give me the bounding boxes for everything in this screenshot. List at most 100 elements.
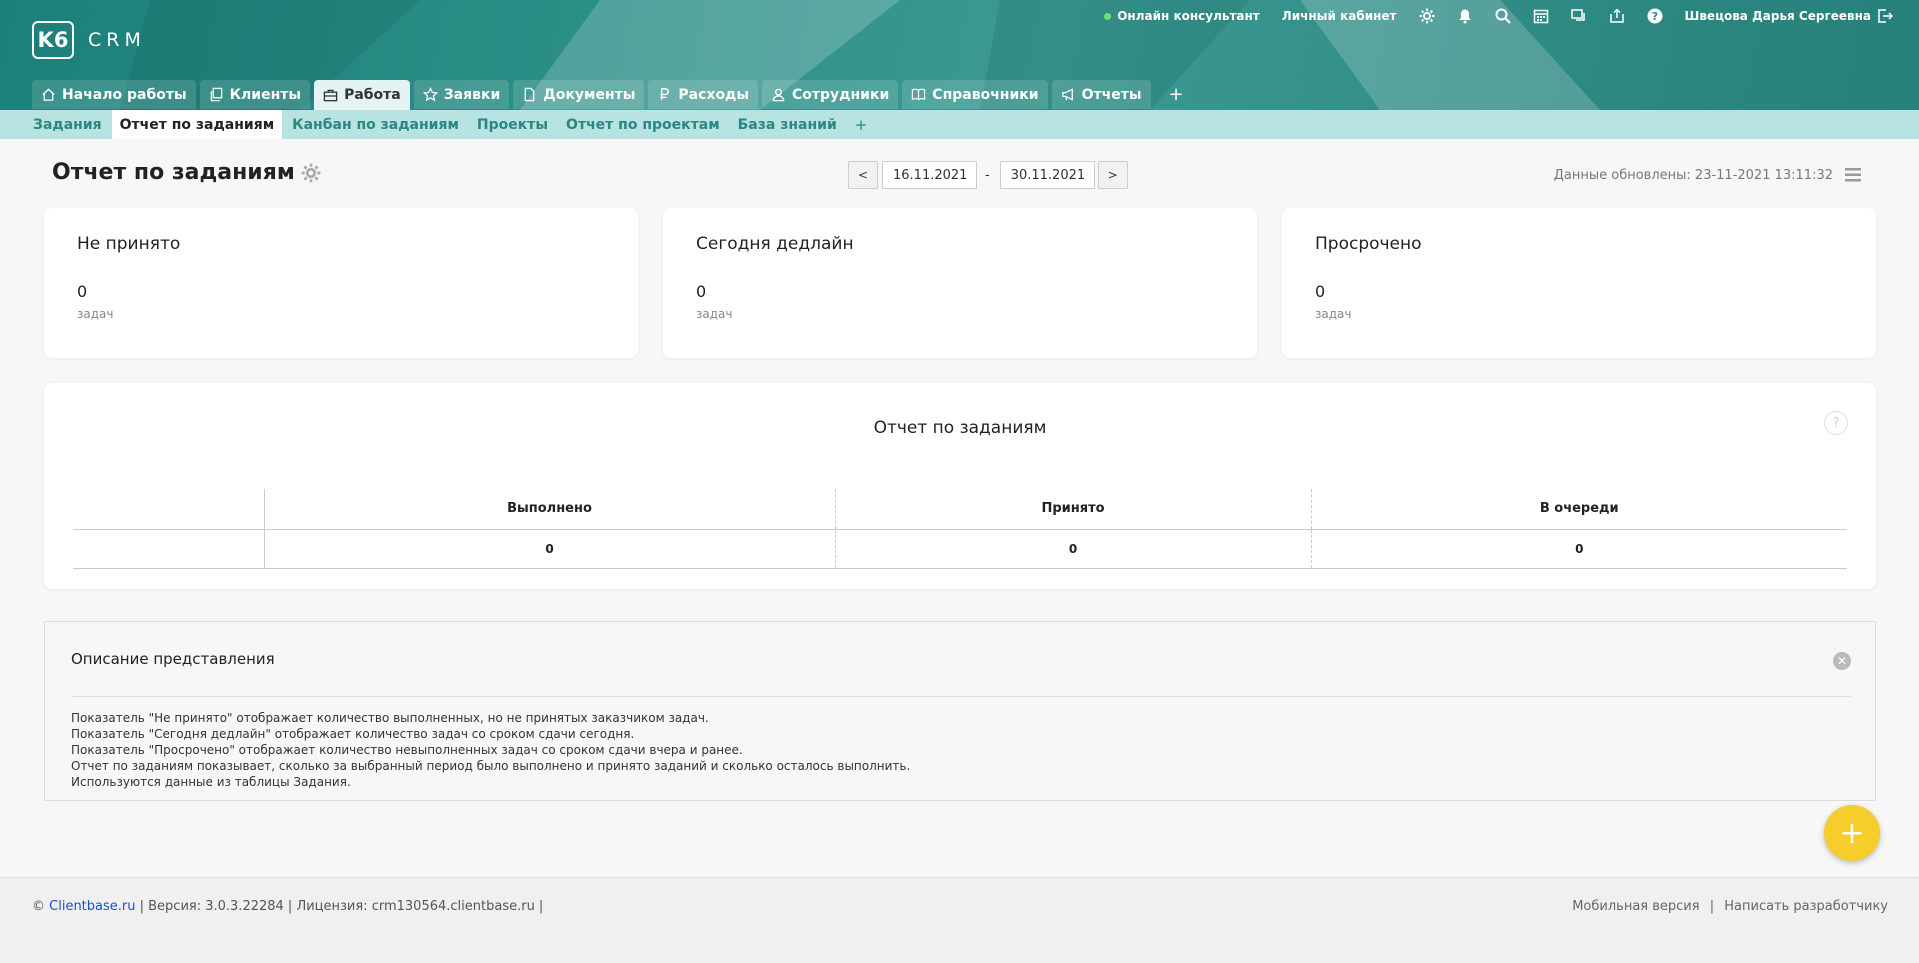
table-cell-done[interactable]: 0 bbox=[264, 529, 836, 569]
tab-documents[interactable]: Документы bbox=[513, 80, 645, 109]
description-title: Описание представления bbox=[71, 650, 275, 668]
data-updated-timestamp: Данные обновлены: 23-11-2021 13:11:32 bbox=[1553, 168, 1833, 183]
date-separator: - bbox=[985, 167, 990, 183]
tab-expenses[interactable]: Расходы bbox=[648, 80, 759, 109]
stat-card-deadline-today: Сегодня дедлайн 0 задач bbox=[663, 208, 1257, 358]
settings-gear-icon[interactable] bbox=[1419, 8, 1435, 24]
add-subtab-button[interactable]: + bbox=[855, 116, 868, 134]
help-icon[interactable]: ? bbox=[1647, 8, 1663, 24]
calendar-icon[interactable] bbox=[1533, 8, 1549, 24]
tab-clients[interactable]: Клиенты bbox=[199, 80, 311, 109]
tab-label: Документы bbox=[543, 86, 636, 103]
stat-card-not-accepted: Не принято 0 задач bbox=[44, 208, 638, 358]
tab-start[interactable]: Начало работы bbox=[32, 80, 196, 109]
version-license-text: | Версия: 3.0.3.22284 | Лицензия: crm130… bbox=[139, 899, 544, 914]
stat-title: Просрочено bbox=[1315, 234, 1422, 254]
page-title-row: Отчет по заданиям bbox=[52, 160, 321, 185]
export-icon[interactable] bbox=[1609, 8, 1625, 24]
tab-label: Клиенты bbox=[229, 86, 302, 103]
logo-mark: K6 bbox=[32, 21, 74, 59]
stat-unit: задач bbox=[77, 307, 114, 321]
personal-cabinet-link[interactable]: Личный кабинет bbox=[1282, 9, 1397, 23]
app-header: K6 CRM Онлайн консультант Личный кабинет… bbox=[0, 0, 1919, 110]
hamburger-menu-icon[interactable] bbox=[1845, 168, 1861, 182]
subtab-projects[interactable]: Проекты bbox=[477, 110, 548, 139]
footer-links: Мобильная версия | Написать разработчику bbox=[1572, 899, 1888, 914]
tab-label: Работа bbox=[344, 87, 401, 103]
user-name: Швецова Дарья Сергеевна bbox=[1684, 9, 1871, 23]
ruble-icon bbox=[660, 88, 670, 101]
tab-label: Справочники bbox=[932, 86, 1039, 103]
prev-period-button[interactable]: < bbox=[848, 161, 878, 189]
tab-employees[interactable]: Сотрудники bbox=[762, 80, 899, 109]
subtab-tasks[interactable]: Задания bbox=[33, 110, 102, 139]
sub-navigation: Задания Отчет по заданиям Канбан по зада… bbox=[0, 110, 1919, 139]
add-tab-button[interactable]: + bbox=[1169, 80, 1184, 110]
copy-icon bbox=[210, 87, 222, 102]
tab-label: Заявки bbox=[443, 86, 501, 103]
stat-unit: задач bbox=[1315, 307, 1352, 321]
mobile-version-link[interactable]: Мобильная версия bbox=[1572, 899, 1699, 914]
add-fab-button[interactable]: + bbox=[1824, 805, 1880, 861]
notifications-bell-icon[interactable] bbox=[1457, 8, 1473, 24]
tab-reports[interactable]: Отчеты bbox=[1051, 80, 1151, 109]
column-header-queued: В очереди bbox=[1311, 489, 1847, 530]
subtab-kanban[interactable]: Канбан по заданиям bbox=[292, 110, 459, 139]
column-header bbox=[73, 489, 265, 530]
clientbase-link[interactable]: Clientbase.ru bbox=[49, 899, 135, 914]
tab-label: Расходы bbox=[678, 86, 750, 103]
date-to-input[interactable] bbox=[999, 161, 1095, 189]
view-description-panel: Описание представления ✕ Показатель "Не … bbox=[44, 621, 1876, 801]
subtab-project-report[interactable]: Отчет по проектам bbox=[566, 110, 720, 139]
subtab-knowledge-base[interactable]: База знаний bbox=[738, 110, 837, 139]
table-cell bbox=[73, 529, 265, 569]
date-from-input[interactable] bbox=[882, 161, 977, 189]
table-header-row: Выполнено Принято В очереди bbox=[73, 489, 1847, 530]
column-header-done: Выполнено bbox=[264, 489, 836, 530]
star-icon bbox=[422, 87, 438, 102]
online-status-dot bbox=[1104, 12, 1112, 20]
stat-title: Не принято bbox=[77, 234, 181, 254]
online-consultant-link[interactable]: Онлайн консультант bbox=[1104, 9, 1260, 23]
description-text: Показатель "Не принято" отображает колич… bbox=[71, 710, 910, 790]
book-icon bbox=[912, 88, 926, 101]
app-logo[interactable]: K6 CRM bbox=[32, 21, 146, 59]
tab-references[interactable]: Справочники bbox=[902, 80, 1048, 109]
table-cell-queued[interactable]: 0 bbox=[1311, 529, 1847, 569]
description-line: Показатель "Не принято" отображает колич… bbox=[71, 711, 709, 725]
description-line: Показатель "Просрочено" отображает колич… bbox=[71, 743, 743, 757]
stat-unit: задач bbox=[696, 307, 733, 321]
tab-requests[interactable]: Заявки bbox=[413, 80, 510, 109]
document-icon bbox=[524, 87, 535, 102]
top-toolbar: Онлайн консультант Личный кабинет ? Швец… bbox=[1082, 8, 1893, 24]
table-cell-accepted[interactable]: 0 bbox=[835, 529, 1312, 569]
users-icon bbox=[772, 88, 785, 102]
description-line: Используются данные из таблицы Задания. bbox=[71, 775, 351, 789]
megaphone-icon bbox=[1061, 88, 1073, 101]
logout-icon[interactable] bbox=[1877, 8, 1893, 24]
write-developer-link[interactable]: Написать разработчику bbox=[1724, 899, 1888, 914]
svg-text:?: ? bbox=[1651, 10, 1657, 23]
main-tabs: Начало работы Клиенты Работа Заявки Доку… bbox=[32, 80, 1184, 110]
search-icon[interactable] bbox=[1495, 8, 1511, 24]
online-consultant-label: Онлайн консультант bbox=[1117, 9, 1260, 23]
tab-label: Начало работы bbox=[62, 86, 187, 103]
close-icon[interactable]: ✕ bbox=[1833, 652, 1851, 670]
report-help-icon[interactable]: ? bbox=[1824, 411, 1848, 435]
report-table: Выполнено Принято В очереди 0 0 0 bbox=[73, 489, 1847, 569]
tab-label: Сотрудники bbox=[792, 86, 890, 103]
tab-work[interactable]: Работа bbox=[314, 80, 410, 110]
report-title: Отчет по заданиям bbox=[873, 418, 1047, 438]
home-icon bbox=[42, 88, 55, 101]
chat-icon[interactable] bbox=[1570, 8, 1587, 24]
description-line: Показатель "Сегодня дедлайн" отображает … bbox=[71, 727, 635, 741]
footer-info: © Clientbase.ru | Версия: 3.0.3.22284 | … bbox=[32, 899, 543, 914]
next-period-button[interactable]: > bbox=[1097, 161, 1128, 189]
user-menu[interactable]: Швецова Дарья Сергеевна bbox=[1685, 8, 1893, 24]
page-settings-gear-icon[interactable] bbox=[301, 163, 321, 183]
task-report-card: Отчет по заданиям ? Выполнено Принято В … bbox=[44, 383, 1876, 589]
subtab-task-report[interactable]: Отчет по заданиям bbox=[111, 110, 283, 139]
stat-value: 0 bbox=[1315, 282, 1326, 301]
tab-label: Отчеты bbox=[1081, 86, 1142, 103]
column-header-accepted: Принято bbox=[835, 489, 1312, 530]
